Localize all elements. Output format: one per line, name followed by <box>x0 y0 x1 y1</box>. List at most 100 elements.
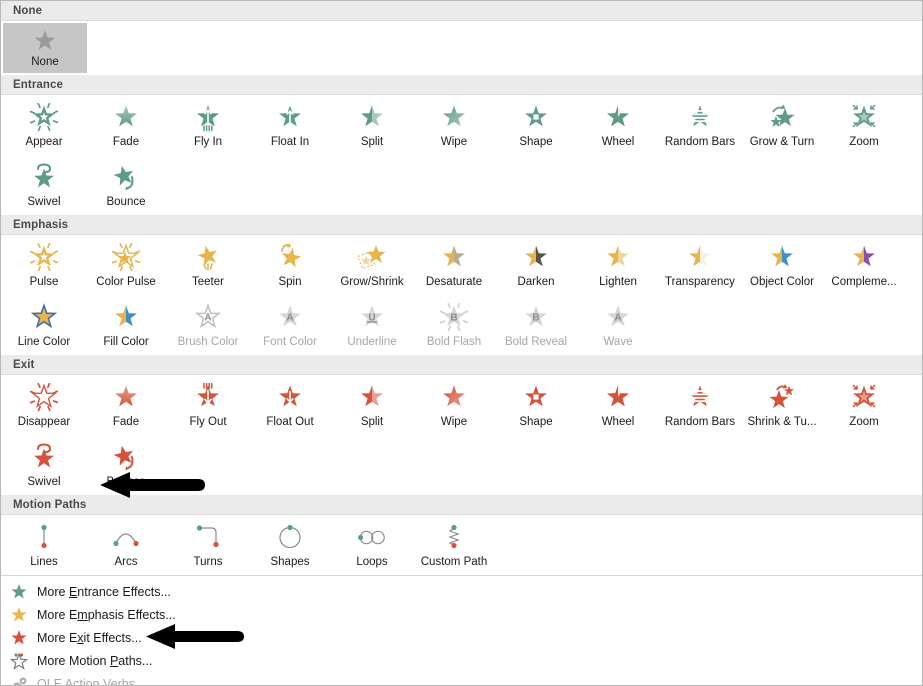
effect-cell-arcs[interactable]: Arcs <box>85 517 167 572</box>
star-wheel-icon <box>601 102 635 134</box>
star-line-color-icon <box>27 302 61 334</box>
effect-cell-bounce[interactable]: Bounce <box>85 157 167 212</box>
effect-cell-custom-path[interactable]: Custom Path <box>413 517 495 572</box>
effect-cell-loops[interactable]: Loops <box>331 517 413 572</box>
effect-label: Grow/Shrink <box>340 276 404 288</box>
star-wipe-icon <box>437 102 471 134</box>
star-transparency-icon <box>683 242 717 274</box>
svg-text:A: A <box>614 313 621 324</box>
star-lighten-icon <box>601 242 635 274</box>
effect-label: Bold Flash <box>426 336 482 348</box>
effect-cell-turns[interactable]: Turns <box>167 517 249 572</box>
star-wipe-icon <box>437 382 471 414</box>
effect-cell-desaturate[interactable]: Desaturate <box>413 237 495 292</box>
effect-cell-float-in[interactable]: Float In <box>249 97 331 152</box>
effect-cell-random-bars[interactable]: Random Bars <box>659 97 741 152</box>
effect-cell-grow-shrink[interactable]: Grow/Shrink <box>331 237 413 292</box>
menu-item-label: OLE Action Verbs... <box>37 676 146 686</box>
effect-row-entrance-1: Swivel Bounce <box>1 155 922 215</box>
effect-label: Color Pulse <box>96 276 156 288</box>
effect-cell-bold-flash: B Bold Flash <box>413 297 495 352</box>
effect-cell-none[interactable]: None <box>3 23 87 73</box>
path-loops-icon <box>355 522 389 554</box>
effect-label: Bounce <box>106 476 146 488</box>
effect-cell-swivel[interactable]: Swivel <box>3 157 85 212</box>
effect-cell-random-bars[interactable]: Random Bars <box>659 377 741 432</box>
menu-item-label: More Exit Effects... <box>37 630 142 645</box>
effect-cell-transparency[interactable]: Transparency <box>659 237 741 292</box>
effect-row-emphasis-1: Line Color Fill Color A Brush Color A Font Co… <box>1 295 922 355</box>
star-complementary-color-icon <box>847 242 881 274</box>
effect-label: Random Bars <box>664 416 736 428</box>
effect-label: Shapes <box>270 556 310 568</box>
effect-cell-appear[interactable]: Appear <box>3 97 85 152</box>
effect-cell-split[interactable]: Split <box>331 377 413 432</box>
section-header-entrance: Entrance <box>1 75 922 95</box>
effect-row-emphasis-0: Pulse Color Pulse Teeter Spin Grow/Shrink Des… <box>1 235 922 295</box>
effect-cell-float-out[interactable]: Float Out <box>249 377 331 432</box>
star-grow-turn-icon <box>765 102 799 134</box>
menu-item-more-emphasis-effects[interactable]: More Emphasis Effects... <box>1 603 922 626</box>
effect-cell-fly-in[interactable]: Fly In <box>167 97 249 152</box>
star-fly-out-icon <box>191 382 225 414</box>
effect-cell-split[interactable]: Split <box>331 97 413 152</box>
menu-item-label: More Entrance Effects... <box>37 584 171 599</box>
star-fill-color-icon <box>109 302 143 334</box>
effect-label: Split <box>360 136 384 148</box>
effect-cell-shapes[interactable]: Shapes <box>249 517 331 572</box>
star-float-out-icon <box>273 382 307 414</box>
effect-cell-bounce[interactable]: Bounce <box>85 437 167 492</box>
effect-label: Swivel <box>27 476 61 488</box>
effect-cell-fill-color[interactable]: Fill Color <box>85 297 167 352</box>
effect-label: Wheel <box>601 136 635 148</box>
effect-cell-shape[interactable]: Shape <box>495 97 577 152</box>
effect-cell-teeter[interactable]: Teeter <box>167 237 249 292</box>
effect-cell-lines[interactable]: Lines <box>3 517 85 572</box>
effect-cell-darken[interactable]: Darken <box>495 237 577 292</box>
menu-item-label: More Emphasis Effects... <box>37 607 176 622</box>
effect-row-entrance-0: Appear Fade Fly In Float In Split Wipe Shape Wh… <box>1 95 922 155</box>
effect-label: Fade <box>112 136 140 148</box>
path-turns-icon <box>191 522 225 554</box>
effect-label: Line Color <box>17 336 71 348</box>
effect-cell-zoom[interactable]: Zoom <box>823 377 905 432</box>
effect-cell-underline: U Underline <box>331 297 413 352</box>
effect-label: Swivel <box>27 196 61 208</box>
menu-item-more-motion-paths[interactable]: More Motion Paths... <box>1 649 922 672</box>
animation-effects-gallery: None None Entrance Appear Fade Fly In Float In… <box>0 0 923 686</box>
menu-item-more-entrance-effects[interactable]: More Entrance Effects... <box>1 580 922 603</box>
star-fly-in-icon <box>191 102 225 134</box>
effect-label: Shape <box>519 416 553 428</box>
effect-cell-fade[interactable]: Fade <box>85 377 167 432</box>
effect-cell-wave: A Wave <box>577 297 659 352</box>
effect-cell-shrink-tu[interactable]: Shrink & Tu... <box>741 377 823 432</box>
effect-cell-wheel[interactable]: Wheel <box>577 97 659 152</box>
effect-cell-shape[interactable]: Shape <box>495 377 577 432</box>
effect-label: Shape <box>519 136 553 148</box>
effect-cell-fade[interactable]: Fade <box>85 97 167 152</box>
effect-cell-object-color[interactable]: Object Color <box>741 237 823 292</box>
effect-cell-wipe[interactable]: Wipe <box>413 377 495 432</box>
effect-label: Fly Out <box>189 416 227 428</box>
star-brush-color-icon: A <box>191 302 225 334</box>
effect-cell-compleme[interactable]: Compleme... <box>823 237 905 292</box>
effect-cell-wheel[interactable]: Wheel <box>577 377 659 432</box>
effect-label: Spin <box>278 276 302 288</box>
effect-cell-color-pulse[interactable]: Color Pulse <box>85 237 167 292</box>
section-header-emphasis: Emphasis <box>1 215 922 235</box>
effect-cell-zoom[interactable]: Zoom <box>823 97 905 152</box>
effect-cell-grow-turn[interactable]: Grow & Turn <box>741 97 823 152</box>
menu-item-more-exit-effects[interactable]: More Exit Effects... <box>1 626 922 649</box>
effect-cell-wipe[interactable]: Wipe <box>413 97 495 152</box>
none-row: None <box>1 21 922 75</box>
effect-cell-line-color[interactable]: Line Color <box>3 297 85 352</box>
effect-cell-lighten[interactable]: Lighten <box>577 237 659 292</box>
effect-cell-disappear[interactable]: Disappear <box>3 377 85 432</box>
effect-cell-spin[interactable]: Spin <box>249 237 331 292</box>
effect-cell-swivel[interactable]: Swivel <box>3 437 85 492</box>
effect-cell-pulse[interactable]: Pulse <box>3 237 85 292</box>
effect-label: Turns <box>193 556 223 568</box>
effect-cell-fly-out[interactable]: Fly Out <box>167 377 249 432</box>
effect-cell-brush-color: A Brush Color <box>167 297 249 352</box>
star-swivel-icon <box>27 442 61 474</box>
